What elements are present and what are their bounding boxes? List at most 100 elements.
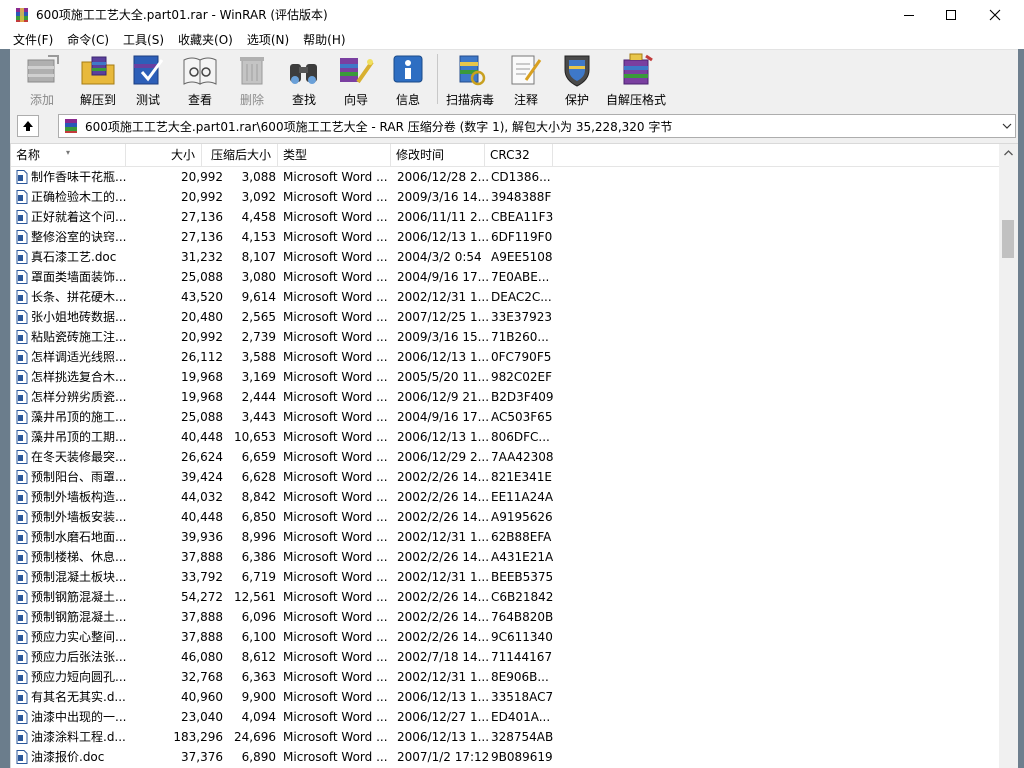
address-field[interactable]: 600项施工工艺大全.part01.rar\600项施工工艺大全 - RAR 压…	[58, 114, 1016, 138]
toolbar-protect-button[interactable]: 保护	[556, 52, 598, 108]
file-type: Microsoft Word ...	[283, 230, 387, 244]
toolbar-comment-button[interactable]: 注释	[506, 52, 546, 108]
column-header-modified[interactable]: 修改时间	[391, 144, 485, 166]
column-header-packed-label: 压缩后大小	[210, 148, 271, 162]
file-row[interactable]: 预制外墙板构造... 44,032 8,842 Microsoft Word ... 2…	[11, 487, 999, 507]
scrollbar-thumb[interactable]	[1002, 220, 1014, 258]
file-row[interactable]: 藻井吊顶的施工... 25,088 3,443 Microsoft Word ... 2…	[11, 407, 999, 427]
file-name: 张小姐地砖数据...	[31, 310, 127, 324]
file-row[interactable]: 张小姐地砖数据... 20,480 2,565 Microsoft Word ... 2…	[11, 307, 999, 327]
file-row[interactable]: 真石漆工艺.doc 31,232 8,107 Microsoft Word ... 20…	[11, 247, 999, 267]
file-crc32: 982C02EF	[491, 370, 553, 384]
file-name: 真石漆工艺.doc	[31, 250, 117, 264]
file-modified: 2002/12/31 1...	[397, 290, 489, 304]
file-row[interactable]: 怎样分辨劣质瓷... 19,968 2,444 Microsoft Word ... 2…	[11, 387, 999, 407]
file-row[interactable]: 预制水磨石地面... 39,936 8,996 Microsoft Word ... 2…	[11, 527, 999, 547]
file-type: Microsoft Word ...	[283, 610, 387, 624]
file-row[interactable]: 预制混凝土板块... 33,792 6,719 Microsoft Word ... 2…	[11, 567, 999, 587]
file-crc32: 9B089619	[491, 750, 553, 764]
file-packed-size: 10,653	[234, 430, 276, 444]
file-row[interactable]: 在冬天装修最突... 26,624 6,659 Microsoft Word ... 2…	[11, 447, 999, 467]
file-crc32: 764B820B	[491, 610, 554, 624]
file-crc32: 9C611340	[491, 630, 553, 644]
file-row[interactable]: 怎样挑选复合木... 19,968 3,169 Microsoft Word ... 2…	[11, 367, 999, 387]
maximize-button[interactable]	[928, 0, 974, 29]
menu-tools[interactable]: 工具(S)	[116, 31, 171, 48]
toolbar-view-button[interactable]: 查看	[180, 52, 220, 108]
file-row[interactable]: 预应力后张法张... 46,080 8,612 Microsoft Word ... 2…	[11, 647, 999, 667]
toolbar-add-button[interactable]: 添加	[20, 52, 64, 108]
toolbar-extract-to-button[interactable]: 解压到	[74, 52, 122, 108]
word-document-icon	[16, 750, 28, 764]
file-row[interactable]: 预制钢筋混凝土... 37,888 6,096 Microsoft Word ... 2…	[11, 607, 999, 627]
file-row[interactable]: 预制外墙板安装... 40,448 6,850 Microsoft Word ... 2…	[11, 507, 999, 527]
word-document-icon	[16, 310, 28, 324]
toolbar-info-button[interactable]: 信息	[388, 52, 428, 108]
rar-archive-icon	[65, 119, 77, 133]
toolbar-find-button[interactable]: 查找	[284, 52, 324, 108]
file-type: Microsoft Word ...	[283, 390, 387, 404]
file-type: Microsoft Word ...	[283, 570, 387, 584]
toolbar-virus-scan-button[interactable]: 扫描病毒	[446, 52, 494, 108]
menu-options[interactable]: 选项(N)	[240, 31, 296, 48]
file-row[interactable]: 长条、拼花硬木... 43,520 9,614 Microsoft Word ... 2…	[11, 287, 999, 307]
file-crc32: 0FC790F5	[491, 350, 552, 364]
address-dropdown-button[interactable]	[999, 115, 1015, 137]
file-name: 制作香味干花瓶...	[31, 170, 127, 184]
file-row[interactable]: 预制钢筋混凝土... 54,272 12,561 Microsoft Word ...…	[11, 587, 999, 607]
file-crc32: CBEA11F3	[491, 210, 554, 224]
file-size: 44,032	[181, 490, 223, 504]
file-size: 39,424	[181, 470, 223, 484]
file-modified: 2009/3/16 14...	[397, 190, 489, 204]
file-crc32: 71B260...	[491, 330, 549, 344]
column-header-packed[interactable]: 压缩后大小	[202, 144, 278, 166]
toolbar-wizard-button[interactable]: 向导	[334, 52, 378, 108]
toolbar-test-button[interactable]: 测试	[128, 52, 168, 108]
file-row[interactable]: 粘贴瓷砖施工注... 20,992 2,739 Microsoft Word ... 2…	[11, 327, 999, 347]
file-name: 预应力实心整间...	[31, 630, 127, 644]
column-header-name[interactable]: 名称 ▾	[11, 144, 126, 166]
toolbar-sfx-button[interactable]: 自解压格式	[606, 52, 666, 108]
file-row[interactable]: 怎样调适光线照... 26,112 3,588 Microsoft Word ... 2…	[11, 347, 999, 367]
word-document-icon	[16, 470, 28, 484]
up-one-level-button[interactable]	[17, 115, 39, 137]
file-modified: 2002/2/26 14...	[397, 630, 489, 644]
file-row[interactable]: 正确检验木工的... 20,992 3,092 Microsoft Word ... 2…	[11, 187, 999, 207]
file-row[interactable]: 整修浴室的诀窍... 27,136 4,153 Microsoft Word ... 2…	[11, 227, 999, 247]
file-modified: 2006/12/27 1...	[397, 710, 489, 724]
word-document-icon	[16, 190, 28, 204]
toolbar-separator	[437, 54, 438, 104]
file-size: 40,960	[181, 690, 223, 704]
file-row[interactable]: 有其名无其实.d... 40,960 9,900 Microsoft Word ...…	[11, 687, 999, 707]
file-rows: 制作香味干花瓶... 20,992 3,088 Microsoft Word ... 2…	[11, 167, 999, 767]
vertical-scrollbar[interactable]	[999, 144, 1018, 768]
file-row[interactable]: 油漆中出现的一... 23,040 4,094 Microsoft Word ... 2…	[11, 707, 999, 727]
menu-help[interactable]: 帮助(H)	[296, 31, 352, 48]
column-header-type[interactable]: 类型	[278, 144, 391, 166]
sfx-icon	[623, 53, 653, 85]
file-name: 罩面类墙面装饰...	[31, 270, 127, 284]
file-row[interactable]: 预应力短向圆孔... 32,768 6,363 Microsoft Word ... 2…	[11, 667, 999, 687]
menu-commands[interactable]: 命令(C)	[60, 31, 116, 48]
file-row[interactable]: 罩面类墙面装饰... 25,088 3,080 Microsoft Word ... 2…	[11, 267, 999, 287]
column-header-crc32[interactable]: CRC32	[485, 144, 553, 166]
file-row[interactable]: 藻井吊顶的工期... 40,448 10,653 Microsoft Word ...…	[11, 427, 999, 447]
toolbar-delete-button[interactable]: 删除	[232, 52, 272, 108]
file-row[interactable]: 预制楼梯、休息... 37,888 6,386 Microsoft Word ... 2…	[11, 547, 999, 567]
file-row[interactable]: 正好就着这个问... 27,136 4,458 Microsoft Word ... 2…	[11, 207, 999, 227]
file-modified: 2002/12/31 1...	[397, 670, 489, 684]
file-row[interactable]: 油漆报价.doc 37,376 6,890 Microsoft Word ... 200…	[11, 747, 999, 767]
file-row[interactable]: 制作香味干花瓶... 20,992 3,088 Microsoft Word ... 2…	[11, 167, 999, 187]
close-button[interactable]	[972, 0, 1018, 29]
scroll-up-button[interactable]	[999, 144, 1018, 161]
file-row[interactable]: 预应力实心整间... 37,888 6,100 Microsoft Word ... 2…	[11, 627, 999, 647]
minimize-button[interactable]	[886, 0, 932, 29]
menu-file[interactable]: 文件(F)	[0, 31, 60, 48]
file-crc32: 7AA42308	[491, 450, 554, 464]
file-row[interactable]: 油漆涂料工程.d... 183,296 24,696 Microsoft Word .…	[11, 727, 999, 747]
column-header-size[interactable]: 大小	[126, 144, 202, 166]
file-row[interactable]: 预制阳台、雨罩... 39,424 6,628 Microsoft Word ... 2…	[11, 467, 999, 487]
file-packed-size: 6,719	[241, 570, 276, 584]
file-type: Microsoft Word ...	[283, 250, 387, 264]
menu-favorites[interactable]: 收藏夹(O)	[171, 31, 240, 48]
